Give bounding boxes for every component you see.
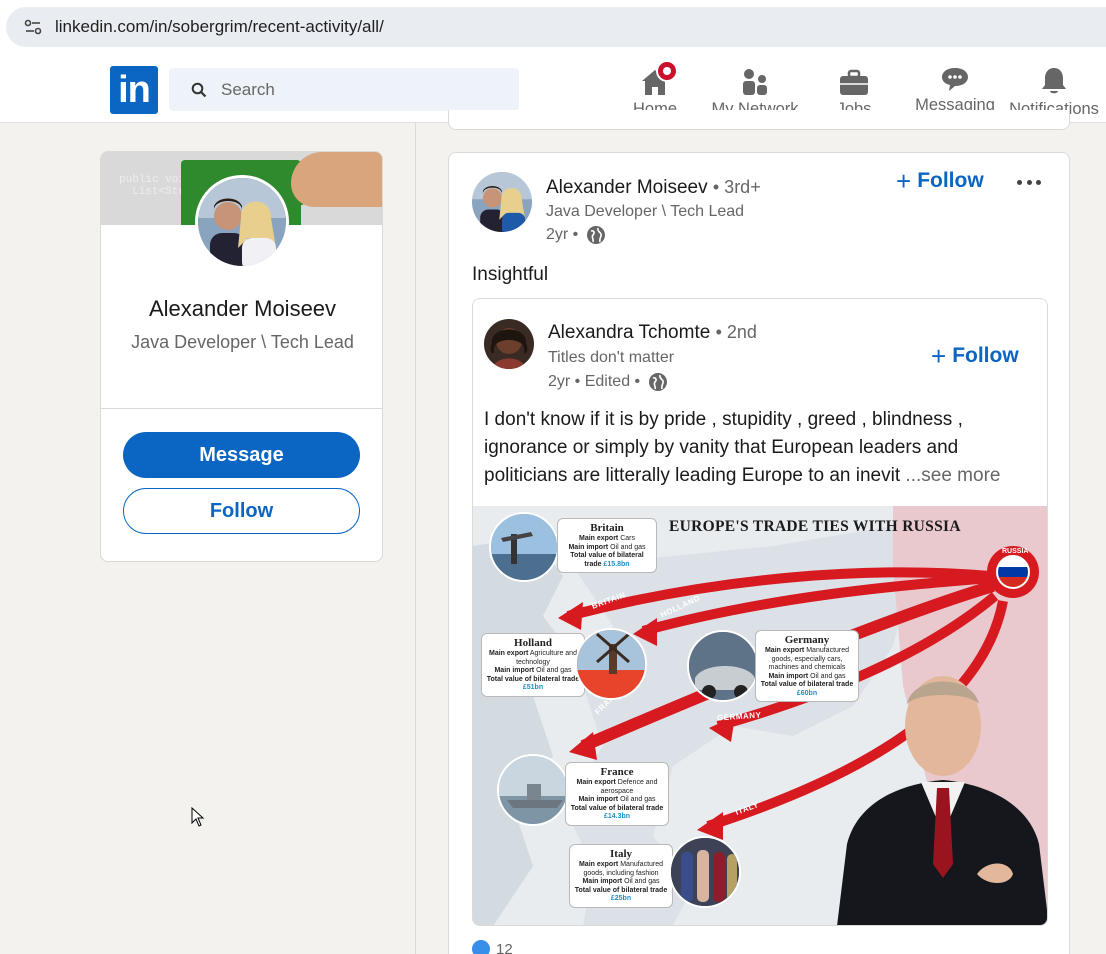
search-input[interactable] (221, 79, 481, 100)
people-icon (743, 69, 767, 95)
mouse-cursor-icon (191, 807, 205, 827)
search-icon (191, 82, 207, 97)
reshared-connection-degree: • 2nd (715, 322, 757, 342)
britain-name: Britain (590, 522, 624, 534)
reshared-follow-label: Follow (952, 344, 1019, 367)
profile-name[interactable]: Alexander Moiseev (101, 296, 382, 322)
message-button[interactable]: Message (123, 432, 360, 478)
globe-icon (649, 373, 668, 391)
germany-name: Germany (784, 634, 830, 646)
browser-url-bar: linkedin.com/in/sobergrim/recent-activit… (0, 0, 1106, 56)
plus-icon: + (931, 341, 947, 371)
france-info-box: France Main export Defence and aerospace… (565, 762, 669, 826)
politician-photo (837, 676, 1047, 925)
reshared-author-name-text[interactable]: Alexandra Tchomte (548, 322, 710, 343)
holland-info-box: Holland Main export Agriculture and tech… (481, 633, 585, 697)
site-settings-icon[interactable] (23, 17, 43, 37)
post-card: Alexander Moiseev • 3rd+ Java Developer … (448, 152, 1070, 954)
profile-card: public void List<String> list Array Alex… (100, 151, 383, 562)
post-follow-label: Follow (917, 169, 984, 192)
linkedin-logo[interactable]: in (110, 66, 158, 114)
reshared-author-headline: Titles don't matter (548, 349, 675, 366)
reshared-post-meta: 2yr • Edited • (548, 372, 668, 392)
britain-info-box: Britain Main export Cars Main import Oil… (557, 518, 657, 573)
post-author-avatar[interactable] (472, 172, 532, 232)
reshared-author-name[interactable]: Alexandra Tchomte • 2nd (548, 322, 757, 344)
post-image-infographic[interactable]: EUROPE'S TRADE TIES WITH RUSSIA RUSSIA B… (473, 506, 1047, 925)
reshared-post-text: I don't know if it is by pride , stupidi… (484, 406, 1039, 490)
globe-icon (587, 226, 606, 244)
bell-icon (1042, 68, 1066, 94)
plus-icon: + (896, 166, 912, 196)
url-text[interactable]: linkedin.com/in/sobergrim/recent-activit… (55, 17, 384, 37)
post-author-headline: Java Developer \ Tech Lead (546, 203, 745, 220)
profile-headline: Java Developer \ Tech Lead (131, 332, 354, 352)
profile-avatar[interactable] (195, 175, 289, 269)
divider (101, 408, 382, 409)
post-time: 2yr • (546, 226, 579, 243)
reshared-post-body: I don't know if it is by pride , stupidi… (484, 409, 963, 486)
connection-degree: • 3rd+ (712, 177, 761, 197)
france-name: France (600, 766, 634, 778)
reshared-author-avatar[interactable] (484, 319, 534, 369)
address-bar[interactable]: linkedin.com/in/sobergrim/recent-activit… (6, 7, 1106, 47)
infographic-title: EUROPE'S TRADE TIES WITH RUSSIA (669, 518, 961, 535)
chat-icon (942, 68, 968, 91)
search-bar[interactable] (169, 68, 519, 111)
holland-photo (575, 628, 647, 700)
reshared-post-time: 2yr • Edited • (548, 373, 641, 390)
holland-name: Holland (514, 637, 552, 649)
post-author-name-text[interactable]: Alexander Moiseev (546, 177, 708, 198)
britain-photo (489, 512, 559, 582)
briefcase-icon (840, 69, 868, 95)
reactions-count[interactable]: 12 (496, 941, 513, 954)
reshared-post[interactable]: Alexandra Tchomte • 2nd Titles don't mat… (472, 298, 1048, 926)
more-options-icon[interactable] (1017, 176, 1041, 188)
follow-button[interactable]: Follow (123, 488, 360, 534)
germany-photo (687, 630, 759, 702)
post-follow-button[interactable]: + Follow (896, 168, 984, 194)
post-author-name[interactable]: Alexander Moiseev • 3rd+ (546, 177, 761, 199)
post-meta: 2yr • (546, 225, 606, 245)
reactions-bar[interactable]: 12 (472, 940, 513, 954)
italy-photo (669, 836, 741, 908)
reshared-follow-button[interactable]: + Follow (931, 343, 1019, 369)
italy-name: Italy (610, 848, 632, 860)
see-more-link[interactable]: ...see more (905, 465, 1000, 486)
post-commentary: Insightful (472, 264, 549, 285)
like-reaction-icon (472, 940, 490, 954)
russia-label: RUSSIA (1002, 548, 1029, 555)
notification-badge (656, 60, 678, 82)
previous-post-card (448, 110, 1070, 130)
france-photo (497, 754, 569, 826)
italy-info-box: Italy Main export Manufactured goods, in… (569, 844, 673, 908)
